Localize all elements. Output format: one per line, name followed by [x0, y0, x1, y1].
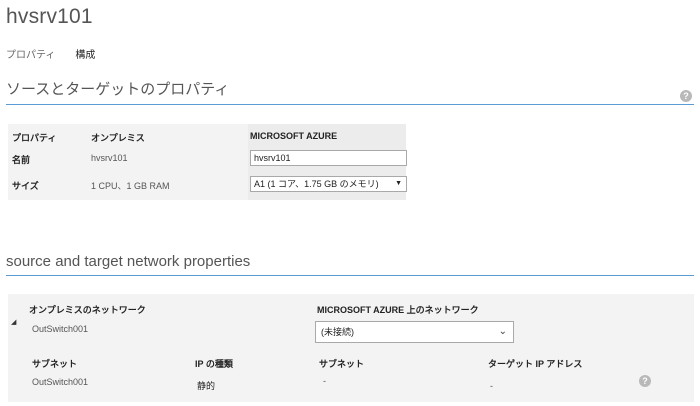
caret-icon[interactable]: ◢ — [11, 318, 16, 326]
row-name-label: 名前 — [12, 155, 31, 165]
row-name-onprem: hvsrv101 — [91, 153, 128, 163]
ip-type-label: IP の種類 — [195, 359, 233, 369]
target-ip-value[interactable]: - — [490, 381, 493, 391]
question-circle-icon[interactable]: ? — [639, 375, 651, 387]
header-azure: MICROSOFT AZURE — [250, 131, 338, 141]
network-panel: ◢ オンプレミスのネットワーク OutSwitch001 MICROSOFT A… — [8, 294, 694, 402]
chevron-down-icon: ⌄ — [498, 326, 507, 337]
sub-navigation: プロパティ 構成 — [6, 46, 95, 61]
onprem-network-label: オンプレミスのネットワーク — [29, 305, 146, 315]
row-size-label: サイズ — [12, 181, 39, 191]
question-circle-icon[interactable]: ? — [680, 90, 692, 102]
props-section-rule — [6, 104, 694, 105]
row-size-onprem: 1 CPU、1 GB RAM — [91, 181, 170, 191]
azure-size-select[interactable]: A1 (1 コア、1.75 GB のメモリ) ▼ — [250, 176, 407, 192]
azure-network-value: (未接続) — [321, 327, 354, 337]
target-subnet-value[interactable]: - — [323, 376, 326, 386]
onprem-network-value: OutSwitch001 — [32, 324, 89, 334]
dropdown-arrow-icon: ▼ — [395, 180, 402, 187]
azure-size-value: A1 (1 コア、1.75 GB のメモリ) — [254, 179, 379, 189]
network-section-rule — [6, 275, 694, 276]
header-property: プロパティ — [12, 133, 57, 143]
props-section-title: ソースとターゲットのプロパティ — [6, 81, 230, 98]
azure-network-select[interactable]: (未接続) ⌄ — [315, 321, 514, 343]
header-onprem: オンプレミス — [91, 133, 145, 143]
page-title: hvsrv101 — [6, 5, 93, 28]
subnet-value: OutSwitch001 — [32, 377, 89, 387]
tab-properties[interactable]: プロパティ — [6, 46, 55, 61]
properties-table: プロパティ オンプレミス MICROSOFT AZURE 名前 hvsrv101… — [8, 124, 407, 200]
subnet-label: サブネット — [32, 359, 78, 369]
azure-name-input[interactable]: hvsrv101 — [250, 150, 407, 166]
network-section-title: source and target network properties — [6, 253, 251, 270]
ip-type-value[interactable]: 静的 — [197, 379, 215, 392]
azure-network-label: MICROSOFT AZURE 上のネットワーク — [317, 305, 479, 315]
target-ip-label: ターゲット IP アドレス — [488, 359, 583, 369]
target-subnet-label: サブネット — [319, 359, 365, 369]
tab-configure[interactable]: 構成 — [75, 46, 95, 61]
